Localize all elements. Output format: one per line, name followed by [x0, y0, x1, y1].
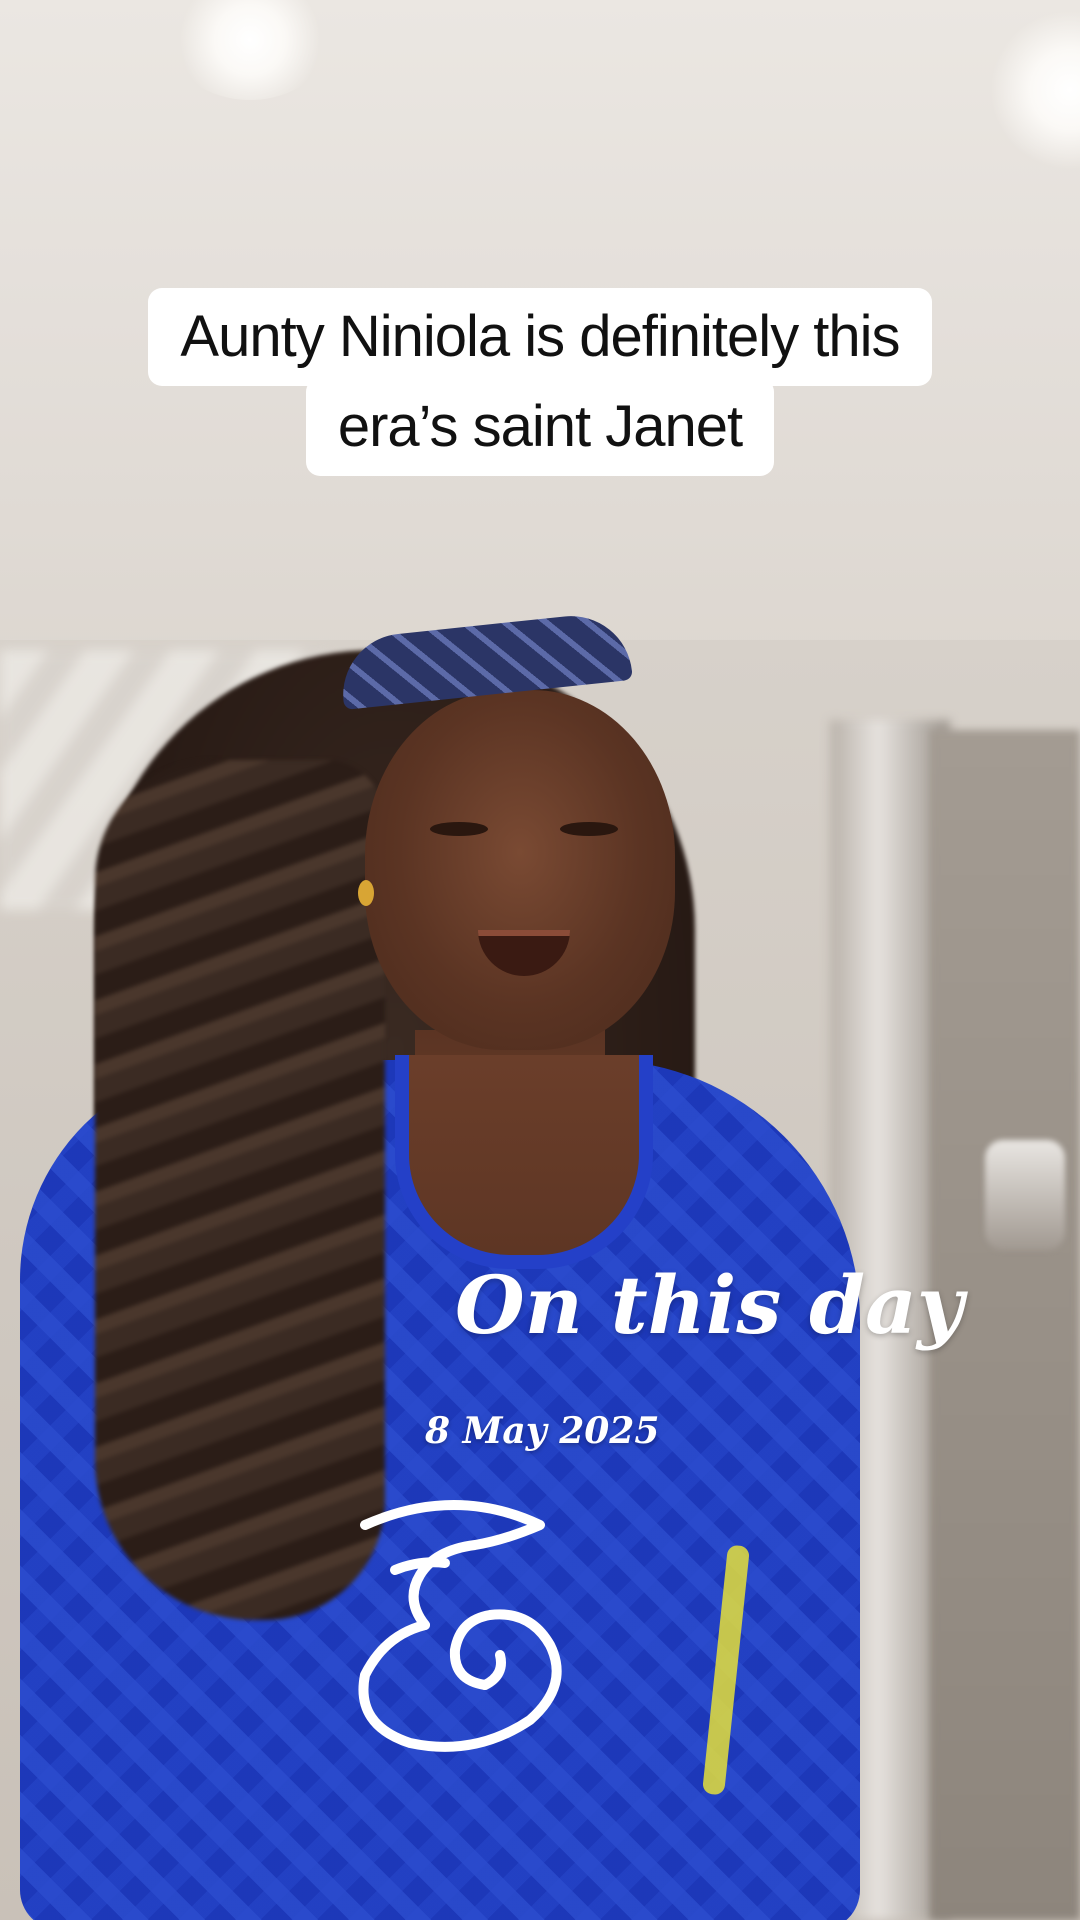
face — [365, 690, 675, 1050]
jersey-collar — [395, 1055, 653, 1269]
eye — [430, 822, 488, 836]
caption: Aunty Niniola is definitely this era’s s… — [0, 288, 1080, 476]
on-this-day-title: On this day — [455, 1258, 964, 1352]
three-network-logo-icon — [358, 1500, 562, 1752]
caption-line: era’s saint Janet — [305, 378, 775, 476]
wall-fixture — [985, 1140, 1065, 1250]
earring — [358, 880, 374, 906]
eye — [560, 822, 618, 836]
caption-line: Aunty Niniola is definitely this — [148, 288, 932, 386]
memory-date: 8 May 2025 — [425, 1410, 660, 1452]
